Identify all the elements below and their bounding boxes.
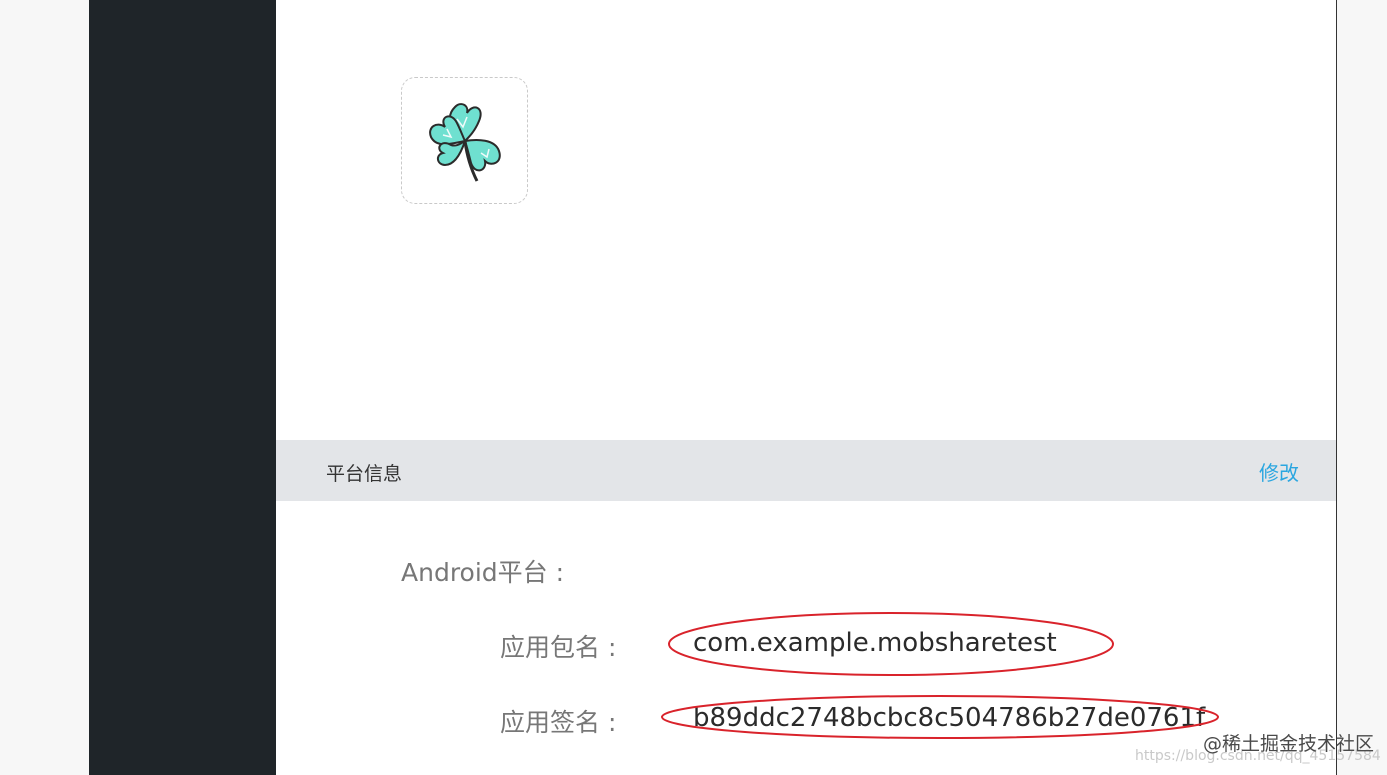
right-gutter [1337,0,1387,775]
package-name-value: com.example.mobsharetest [693,628,1057,658]
edit-link[interactable]: 修改 [1259,457,1299,486]
left-gutter [0,0,89,775]
package-name-label: 应用包名 : [500,633,617,662]
signature-value: b89ddc2748bcbc8c504786b27de0761f [693,703,1206,733]
section-title: 平台信息 [326,463,403,485]
watermark-site: @稀土掘金技术社区 [1203,733,1375,755]
signature-label: 应用签名 : [500,708,617,737]
android-platform-label: Android平台 : [401,558,565,587]
platform-info-header: 平台信息 修改 [276,440,1336,501]
sidebar [89,0,276,775]
app-icon-upload[interactable] [401,77,528,204]
main-panel: 平台信息 修改 Android平台 : 应用包名 : com.example.m… [276,0,1337,775]
clover-icon [428,102,501,182]
